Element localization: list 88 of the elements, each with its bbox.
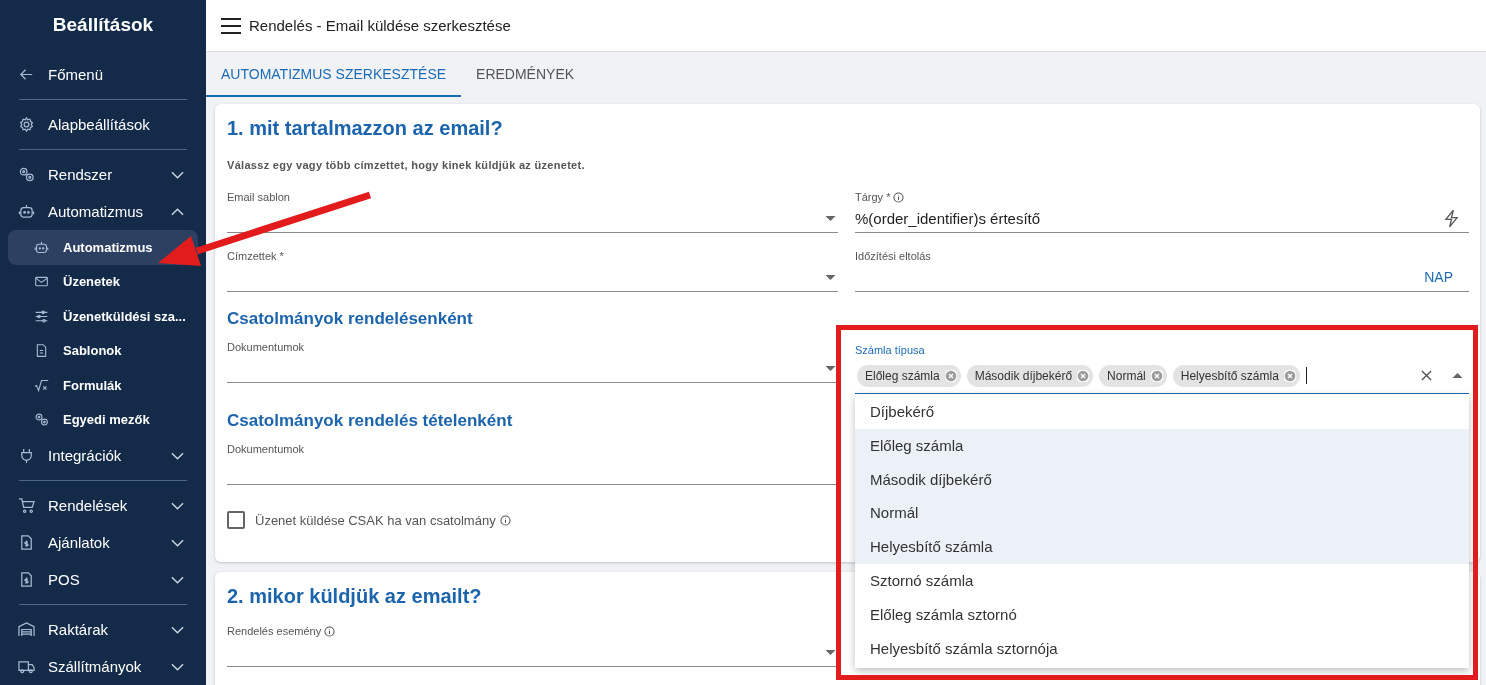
input-field[interactable]: NAP	[855, 263, 1469, 292]
chip[interactable]: Előleg számla	[857, 364, 961, 387]
gear-icon	[18, 116, 35, 133]
gears-icon	[34, 412, 49, 428]
field-label: Dokumentumok	[227, 442, 305, 456]
robot-icon	[34, 239, 49, 255]
tab[interactable]: EREDMÉNYEK	[461, 52, 590, 97]
input-field[interactable]: %(order_identifier)s értesítő	[855, 204, 1469, 233]
chevron-down-icon[interactable]	[171, 501, 184, 510]
warehouse-icon	[18, 621, 35, 638]
sidebar-title: Beállítások	[51, 13, 155, 37]
sidebar-subitem[interactable]: Üzenetküldési sza...	[8, 299, 198, 334]
checkbox[interactable]	[227, 511, 245, 529]
caret-up-icon[interactable]	[1452, 373, 1463, 378]
text-cursor	[1305, 367, 1308, 384]
chevron-down-icon[interactable]	[171, 170, 184, 179]
caret-down-icon[interactable]	[825, 365, 836, 371]
chevron-down-icon[interactable]	[171, 575, 184, 584]
menu-option[interactable]: Díjbekérő	[855, 395, 1469, 429]
gears-icon	[18, 166, 35, 183]
chevron-down-icon[interactable]	[171, 662, 184, 671]
multiselect-field[interactable]: Előleg számla Második díjbekérő Normál Helyesbítő számla	[855, 358, 1469, 394]
remove-icon[interactable]	[944, 369, 957, 382]
sidebar-subitem[interactable]: Egyedi mezők	[8, 402, 198, 437]
sidebar-subitem[interactable]: Formulák	[8, 368, 198, 403]
info-icon[interactable]	[893, 191, 905, 203]
sidebar-item[interactable]: Alapbeállítások	[0, 106, 206, 143]
remove-icon[interactable]	[1077, 369, 1090, 382]
field-label: Tárgy *	[855, 190, 891, 204]
field-label: Rendelés esemény	[227, 624, 322, 638]
field-label: Címzettek *	[227, 249, 284, 263]
sidebar-item[interactable]: Rendszer	[0, 156, 206, 193]
receipt-icon	[18, 571, 35, 588]
truck-icon	[18, 658, 35, 675]
sidebar-item[interactable]: Raktárak	[0, 611, 206, 648]
chevron-down-icon[interactable]	[171, 451, 184, 460]
sidebar-subitem[interactable]: Automatizmus	[8, 230, 198, 265]
sidebar-subitem[interactable]: Üzenetek	[8, 264, 198, 299]
menu-option[interactable]: Helyesbítő számla sztornója	[855, 631, 1469, 666]
section-description: Válassz egy vagy több címzettet, hogy kinek küldjük az üzenetet.	[227, 158, 586, 172]
chip[interactable]: Helyesbítő számla	[1172, 364, 1300, 387]
sidebar-item[interactable]: Automatizmus	[0, 193, 206, 230]
section-heading: Csatolmányok rendelésenként	[227, 308, 474, 330]
receipt-icon	[18, 534, 35, 551]
field-label: Dokumentumok	[227, 340, 305, 354]
plug-icon	[18, 447, 35, 464]
sidebar-subitem[interactable]: Sablonok	[8, 333, 198, 368]
sidebar-item[interactable]: Szállítmányok	[0, 648, 206, 685]
section-title: 2. mikor küldjük az emailt?	[227, 584, 483, 609]
lightning-icon[interactable]	[1444, 208, 1459, 228]
info-icon[interactable]	[324, 625, 336, 637]
field-label: Számla típusa	[855, 343, 925, 357]
checkbox-label: Üzenet küldése CSAK ha van csatolmány	[255, 512, 496, 528]
sidebar-item[interactable]: Rendelések	[0, 487, 206, 524]
field-label: Időzítési eltolás	[855, 249, 931, 263]
sliders-icon	[34, 308, 49, 324]
sidebar-item[interactable]: POS	[0, 561, 206, 598]
document-icon	[34, 343, 49, 359]
sidebar-item[interactable]: Integrációk	[0, 437, 206, 474]
menu-option[interactable]: Második díjbekérő	[855, 462, 1469, 497]
robot-icon	[18, 203, 35, 220]
info-icon[interactable]	[499, 514, 511, 526]
section-heading: Csatolmányok rendelés tételenként	[227, 410, 514, 432]
menu-option[interactable]: Sztornó számla	[855, 564, 1469, 598]
menu-option[interactable]: Normál	[855, 496, 1469, 531]
caret-down-icon[interactable]	[825, 215, 836, 221]
field-label: Email sablon	[227, 190, 290, 204]
chip[interactable]: Második díjbekérő	[966, 364, 1094, 387]
sidebar-item[interactable]: Ajánlatok	[0, 524, 206, 561]
square-root-icon	[34, 377, 49, 393]
remove-icon[interactable]	[1283, 369, 1296, 382]
cart-icon	[18, 497, 35, 514]
menu-icon[interactable]	[221, 17, 241, 34]
chip[interactable]: Normál	[1099, 364, 1167, 387]
chevron-down-icon[interactable]	[171, 538, 184, 547]
caret-down-icon[interactable]	[825, 649, 836, 655]
remove-icon[interactable]	[1150, 369, 1163, 382]
menu-option[interactable]: Helyesbítő számla	[855, 530, 1469, 564]
chevron-down-icon[interactable]	[171, 625, 184, 634]
section-title: 1. mit tartalmazzon az email?	[227, 116, 504, 141]
caret-down-icon[interactable]	[825, 274, 836, 280]
menu-option[interactable]: Előleg számla	[855, 428, 1469, 463]
page-title: Rendelés - Email küldése szerkesztése	[249, 17, 511, 34]
menu-option[interactable]: Előleg számla sztornó	[855, 597, 1469, 632]
sidebar-item[interactable]: Főmenü	[0, 56, 206, 93]
chevron-up-icon[interactable]	[171, 207, 184, 216]
clear-icon[interactable]	[1421, 370, 1432, 381]
tab[interactable]: AUTOMATIZMUS SZERKESZTÉSE	[206, 52, 462, 97]
